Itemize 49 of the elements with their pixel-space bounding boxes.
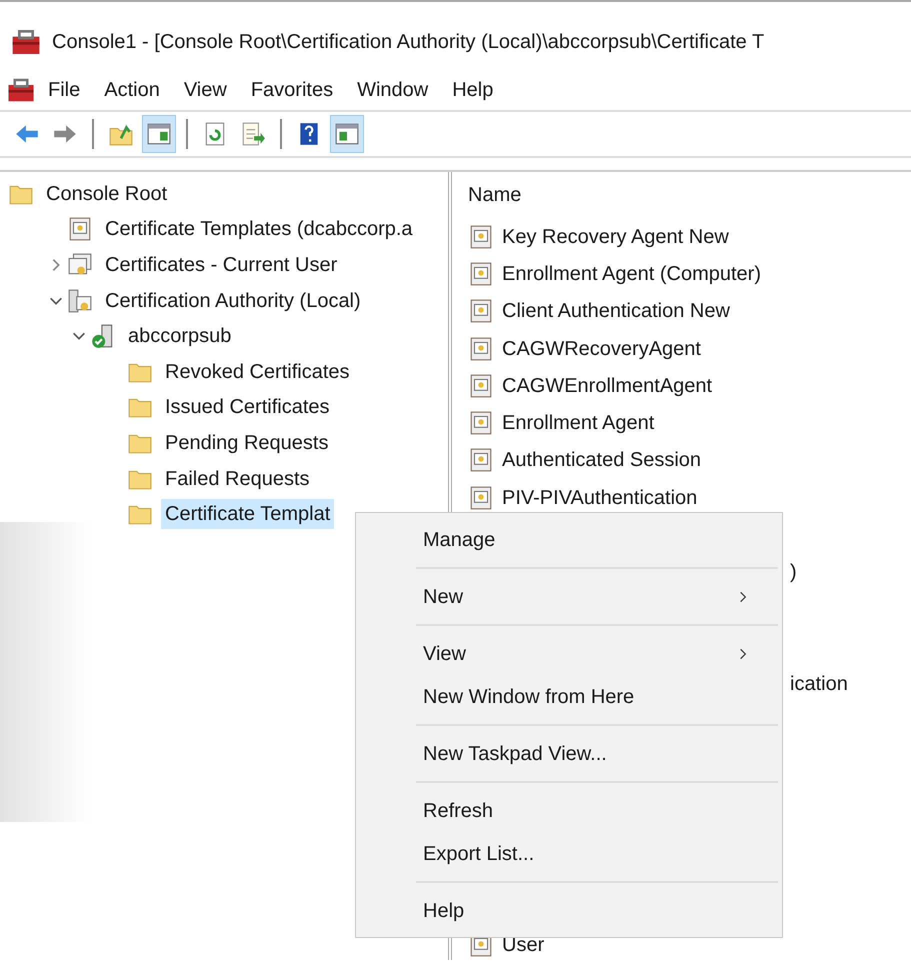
pane-icon bbox=[146, 121, 172, 147]
certificate-icon bbox=[67, 216, 93, 242]
window-title: Console1 - [Console Root\Certification Authority (Local)\abccorpsub\Certificate T bbox=[52, 30, 764, 55]
menu-item[interactable]: Refresh bbox=[356, 789, 778, 832]
menu-item[interactable]: Help bbox=[440, 75, 506, 105]
menu-item[interactable]: New bbox=[356, 575, 778, 618]
toolbar-button[interactable] bbox=[142, 115, 176, 153]
tree-item[interactable]: Console Root bbox=[42, 178, 172, 209]
list-item[interactable]: Client Authentication New bbox=[502, 296, 730, 326]
menu-item[interactable]: Window bbox=[345, 75, 440, 105]
list-item[interactable]: Authenticated Session bbox=[502, 445, 702, 476]
tree-item[interactable]: Pending Requests bbox=[161, 428, 332, 458]
certificate-icon bbox=[468, 410, 494, 436]
tree-item[interactable]: Issued Certificates bbox=[161, 392, 334, 422]
list-item[interactable]: Key Recovery Agent New bbox=[502, 222, 729, 252]
certificate-icon bbox=[468, 260, 494, 287]
certificate-icon bbox=[468, 447, 494, 474]
export-list-icon bbox=[240, 121, 266, 147]
menu-item[interactable]: Manage bbox=[356, 518, 778, 561]
menu-item[interactable]: Help bbox=[356, 889, 778, 932]
tree-item[interactable]: Certificates - Current User bbox=[101, 250, 342, 280]
menu-item[interactable]: New Taskpad View... bbox=[356, 732, 778, 775]
toolbar-button[interactable] bbox=[330, 115, 364, 153]
list-item[interactable]: PIV-PIVAuthentication bbox=[502, 482, 698, 513]
column-header[interactable]: Name bbox=[468, 180, 911, 210]
certificate-icon bbox=[468, 484, 494, 511]
certificate-icon bbox=[468, 372, 494, 399]
certificate-icon bbox=[468, 298, 494, 324]
menu-item[interactable]: View bbox=[172, 75, 239, 105]
authority-icon bbox=[67, 288, 93, 314]
certificate-icon bbox=[468, 336, 494, 362]
list-item[interactable]: Enrollment Agent (Computer) bbox=[502, 258, 762, 289]
tree-item[interactable]: Certificate Templates (dcabccorp.a bbox=[101, 214, 417, 244]
tree-item[interactable]: Revoked Certificates bbox=[161, 356, 354, 387]
pane-icon bbox=[334, 121, 360, 147]
tree-item[interactable]: Failed Requests bbox=[161, 464, 314, 494]
certificate-icon bbox=[468, 224, 494, 250]
menu-item[interactable]: File bbox=[36, 75, 92, 105]
menu-item[interactable]: New Window from Here bbox=[356, 675, 778, 718]
tree-item[interactable]: Certification Authority (Local) bbox=[101, 286, 365, 316]
menu-item[interactable]: Action bbox=[92, 75, 172, 105]
menu-item[interactable]: Favorites bbox=[238, 75, 346, 105]
list-item[interactable]: Enrollment Agent bbox=[502, 408, 654, 438]
list-item[interactable]: CAGWRecoveryAgent bbox=[502, 334, 701, 364]
list-item[interactable]: CAGWEnrollmentAgent bbox=[502, 370, 712, 401]
tree-item[interactable]: abccorpsub bbox=[124, 321, 236, 352]
tree-item[interactable]: Certificate Templat bbox=[161, 499, 334, 530]
menu-item[interactable]: Export List... bbox=[356, 832, 778, 875]
menu-item[interactable]: View bbox=[356, 632, 778, 675]
